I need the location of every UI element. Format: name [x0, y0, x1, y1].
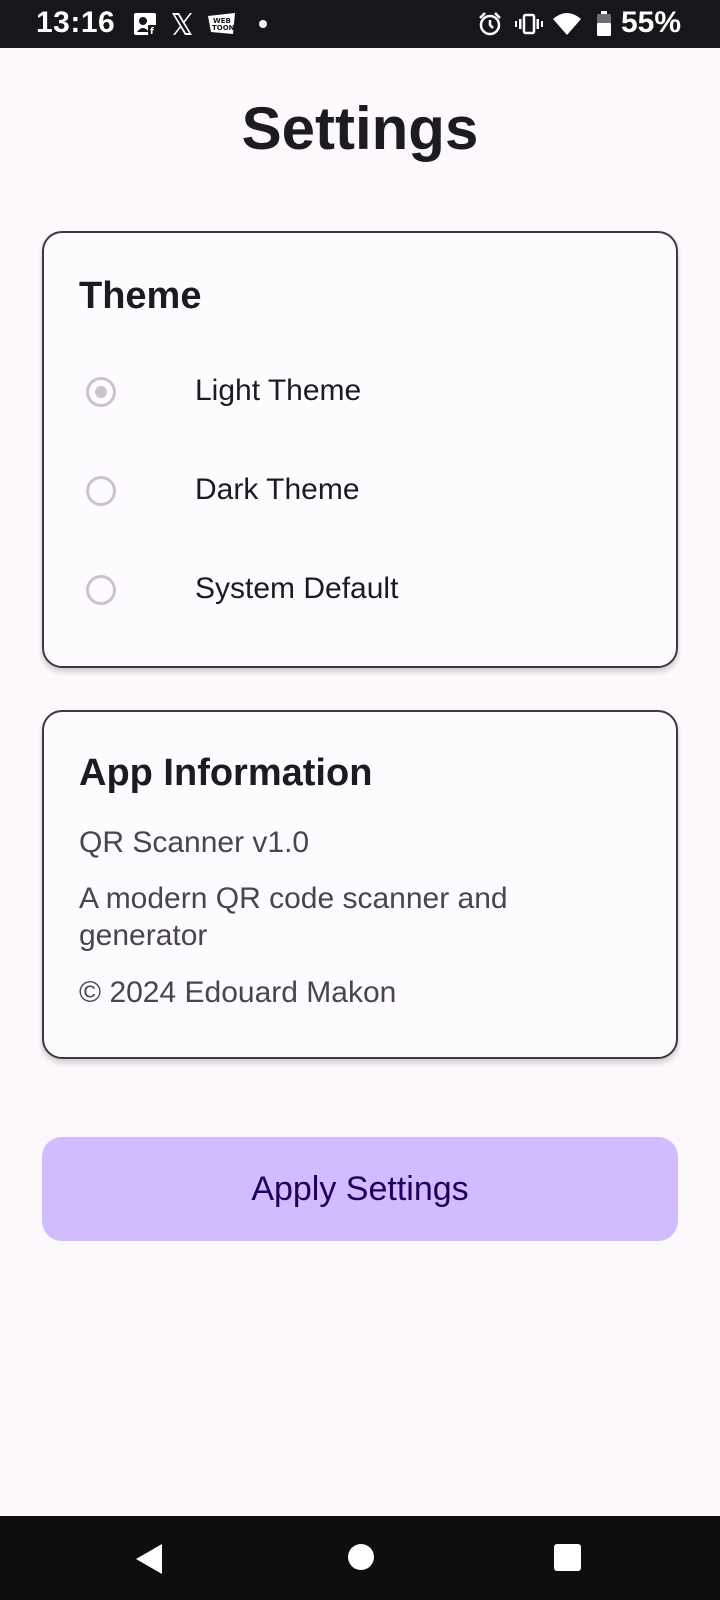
app-info-card: App Information QR Scanner v1.0 A modern… — [42, 710, 678, 1059]
svg-text:f: f — [150, 27, 154, 37]
light-theme-label: Light Theme — [195, 374, 362, 407]
page-title: Settings — [241, 95, 479, 162]
alarm-icon — [476, 10, 504, 38]
app-version: QR Scanner v1.0 — [79, 826, 310, 859]
webtoon-icon: WEB TOON — [206, 10, 238, 38]
navigation-bar — [0, 1516, 720, 1600]
vibrate-icon — [515, 10, 543, 38]
x-logo-icon — [168, 10, 196, 38]
app-description: A modern QR code scanner and generator — [79, 882, 508, 952]
light-theme-option[interactable]: Light Theme — [86, 359, 646, 429]
status-bar: 13:16 f WEB TOON 55% — [0, 0, 720, 48]
battery-percentage: 55% — [621, 6, 682, 39]
svg-text:TOON: TOON — [212, 24, 235, 32]
radio-unselected-icon[interactable] — [86, 476, 116, 506]
theme-card-title: Theme — [79, 275, 202, 317]
wifi-icon — [552, 10, 582, 38]
dark-theme-label: Dark Theme — [195, 473, 360, 506]
notification-dot — [259, 20, 267, 28]
dark-theme-option[interactable]: Dark Theme — [86, 458, 646, 528]
system-default-label: System Default — [195, 572, 399, 605]
apply-settings-button[interactable]: Apply Settings — [42, 1137, 678, 1241]
back-icon[interactable] — [136, 1544, 162, 1574]
system-default-option[interactable]: System Default — [86, 557, 646, 627]
home-icon[interactable] — [348, 1544, 374, 1570]
radio-selected-icon[interactable] — [86, 377, 116, 407]
status-time: 13:16 — [36, 6, 116, 39]
battery-icon — [596, 10, 614, 38]
app-copyright: © 2024 Edouard Makon — [79, 976, 397, 1009]
app-info-title: App Information — [79, 752, 373, 794]
contact-card-icon: f — [132, 10, 160, 38]
radio-unselected-icon[interactable] — [86, 575, 116, 605]
recents-icon[interactable] — [554, 1544, 581, 1571]
